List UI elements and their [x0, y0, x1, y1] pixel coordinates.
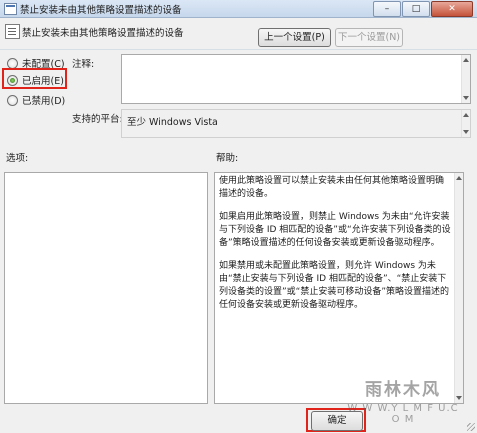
platform-scrollbar[interactable] — [461, 110, 470, 137]
maximize-button[interactable]: □ — [402, 1, 430, 17]
platform-field: 至少 Windows Vista — [121, 109, 471, 138]
help-paragraph: 如果禁用或未配置此策略设置，则允许 Windows 为未由“禁止安装与下列设备 … — [219, 261, 449, 310]
previous-setting-button[interactable]: 上一个设置(P) — [258, 28, 331, 47]
comment-scrollbar[interactable] — [461, 55, 470, 103]
resize-grip-icon[interactable] — [467, 423, 475, 431]
platform-label: 支持的平台: — [72, 114, 123, 125]
radio-disabled[interactable] — [7, 94, 18, 106]
help-pane: 使用此策略设置可以禁止安装未由任何其他策略设置明确描述的设备。 如果启用此策略设… — [214, 172, 464, 404]
header-divider — [0, 49, 477, 50]
radio-not-configured[interactable] — [7, 57, 18, 69]
option-label-disabled: 已禁用(D) — [22, 96, 66, 107]
policy-window-icon — [4, 3, 17, 15]
scroll-down-icon[interactable] — [463, 96, 469, 100]
comment-textarea[interactable] — [121, 54, 471, 104]
site-watermark: 雨林木风 W W W.Y L M F U.C O M — [343, 377, 463, 425]
options-pane — [4, 172, 208, 404]
help-paragraph: 使用此策略设置可以禁止安装未由任何其他策略设置明确描述的设备。 — [219, 176, 445, 199]
window-title: 禁止安装未由其他策略设置描述的设备 — [20, 5, 182, 16]
close-button[interactable]: ✕ — [431, 1, 473, 17]
help-scrollbar[interactable] — [454, 173, 463, 403]
policy-name: 禁止安装未由其他策略设置描述的设备 — [22, 28, 184, 39]
setting-header: 禁止安装未由其他策略设置描述的设备 上一个设置(P) 下一个设置(N) — [0, 18, 477, 52]
next-setting-button[interactable]: 下一个设置(N) — [335, 28, 403, 47]
title-bar: 禁止安装未由其他策略设置描述的设备 – □ ✕ — [0, 0, 477, 18]
platform-value: 至少 Windows Vista — [127, 117, 218, 128]
comment-label: 注释: — [72, 59, 95, 70]
scroll-down-icon[interactable] — [463, 130, 469, 134]
help-text: 使用此策略设置可以禁止安装未由任何其他策略设置明确描述的设备。 如果启用此策略设… — [219, 175, 451, 322]
watermark-url: W W W.Y L M F U.C O M — [347, 403, 459, 425]
scroll-up-icon[interactable] — [463, 113, 469, 117]
enabled-highlight-frame — [2, 68, 67, 89]
help-section-label: 帮助: — [216, 153, 239, 164]
window-controls: – □ ✕ — [372, 1, 473, 17]
minimize-button[interactable]: – — [373, 1, 401, 17]
help-paragraph: 如果启用此策略设置，则禁止 Windows 为未由“允许安装与下列设备 ID 相… — [219, 212, 451, 248]
watermark-title: 雨林木风 — [365, 380, 441, 400]
option-disabled[interactable]: 已禁用(D) — [7, 92, 65, 108]
scroll-up-icon[interactable] — [456, 176, 462, 180]
policy-setting-icon — [5, 24, 20, 39]
options-section-label: 选项: — [6, 153, 29, 164]
scroll-up-icon[interactable] — [463, 58, 469, 62]
